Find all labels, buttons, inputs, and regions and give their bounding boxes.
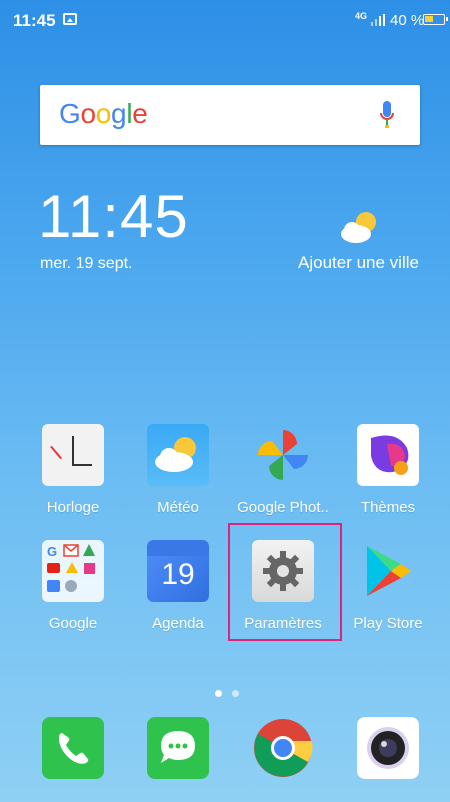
mic-icon[interactable] <box>380 101 394 129</box>
app-label: Agenda <box>152 615 204 632</box>
page-dot-active <box>215 690 222 697</box>
dock-camera[interactable] <box>333 717 443 779</box>
photos-pinwheel-icon <box>252 424 314 486</box>
app-label: Horloge <box>46 499 100 516</box>
phone-icon <box>42 717 104 779</box>
chrome-icon <box>252 717 314 779</box>
image-notification-icon <box>63 13 77 25</box>
clock-widget-date: mer. 19 sept. <box>40 255 133 272</box>
google-search-bar[interactable]: Google <box>40 85 420 145</box>
highlight-box <box>228 523 342 641</box>
page-indicator <box>215 684 249 702</box>
app-play-store[interactable]: Play Store <box>333 540 443 632</box>
dock-phone[interactable] <box>18 717 128 779</box>
network-type: 4G <box>355 11 368 21</box>
app-label: Météo <box>157 499 199 516</box>
svg-text:G: G <box>47 544 57 559</box>
status-bar: 11:45 4G 40 % <box>0 0 450 40</box>
calendar-icon: 19 <box>147 540 209 602</box>
weather-icon <box>147 424 209 486</box>
page-dot[interactable] <box>232 690 239 697</box>
google-folder-icon: G <box>42 540 104 602</box>
dock-messages[interactable] <box>123 717 233 779</box>
add-city-link[interactable]: Ajouter une ville <box>298 253 419 273</box>
calendar-day: 19 <box>161 558 195 591</box>
battery-icon <box>423 14 448 25</box>
clock-widget-time[interactable]: 11:45 <box>38 182 189 251</box>
app-themes[interactable]: Thèmes <box>333 424 443 516</box>
app-google-photos[interactable]: Google Phot.. <box>228 424 338 516</box>
themes-icon <box>357 424 419 486</box>
google-logo: Google <box>59 98 148 129</box>
battery-percent: 40 % <box>390 12 425 29</box>
app-horloge[interactable]: Horloge <box>18 424 128 516</box>
app-agenda[interactable]: 19 Agenda <box>123 540 233 632</box>
dock-chrome[interactable] <box>228 717 338 779</box>
folder-google[interactable]: G Google <box>18 540 128 632</box>
camera-icon <box>357 717 419 779</box>
app-label: Google Phot.. <box>237 499 329 516</box>
signal-icon <box>371 14 385 26</box>
messages-icon <box>147 717 209 779</box>
app-label: Thèmes <box>360 499 416 516</box>
status-time: 11:45 <box>13 11 56 30</box>
partly-cloudy-icon[interactable] <box>338 210 382 244</box>
app-label: Google <box>48 615 98 632</box>
home-screen: 11:45 4G 40 % Google 11:45 mer. 19 sept.… <box>0 0 450 802</box>
clock-icon <box>42 424 104 486</box>
play-store-icon <box>357 540 419 602</box>
app-meteo[interactable]: Météo <box>123 424 233 516</box>
app-label: Play Store <box>353 615 423 632</box>
